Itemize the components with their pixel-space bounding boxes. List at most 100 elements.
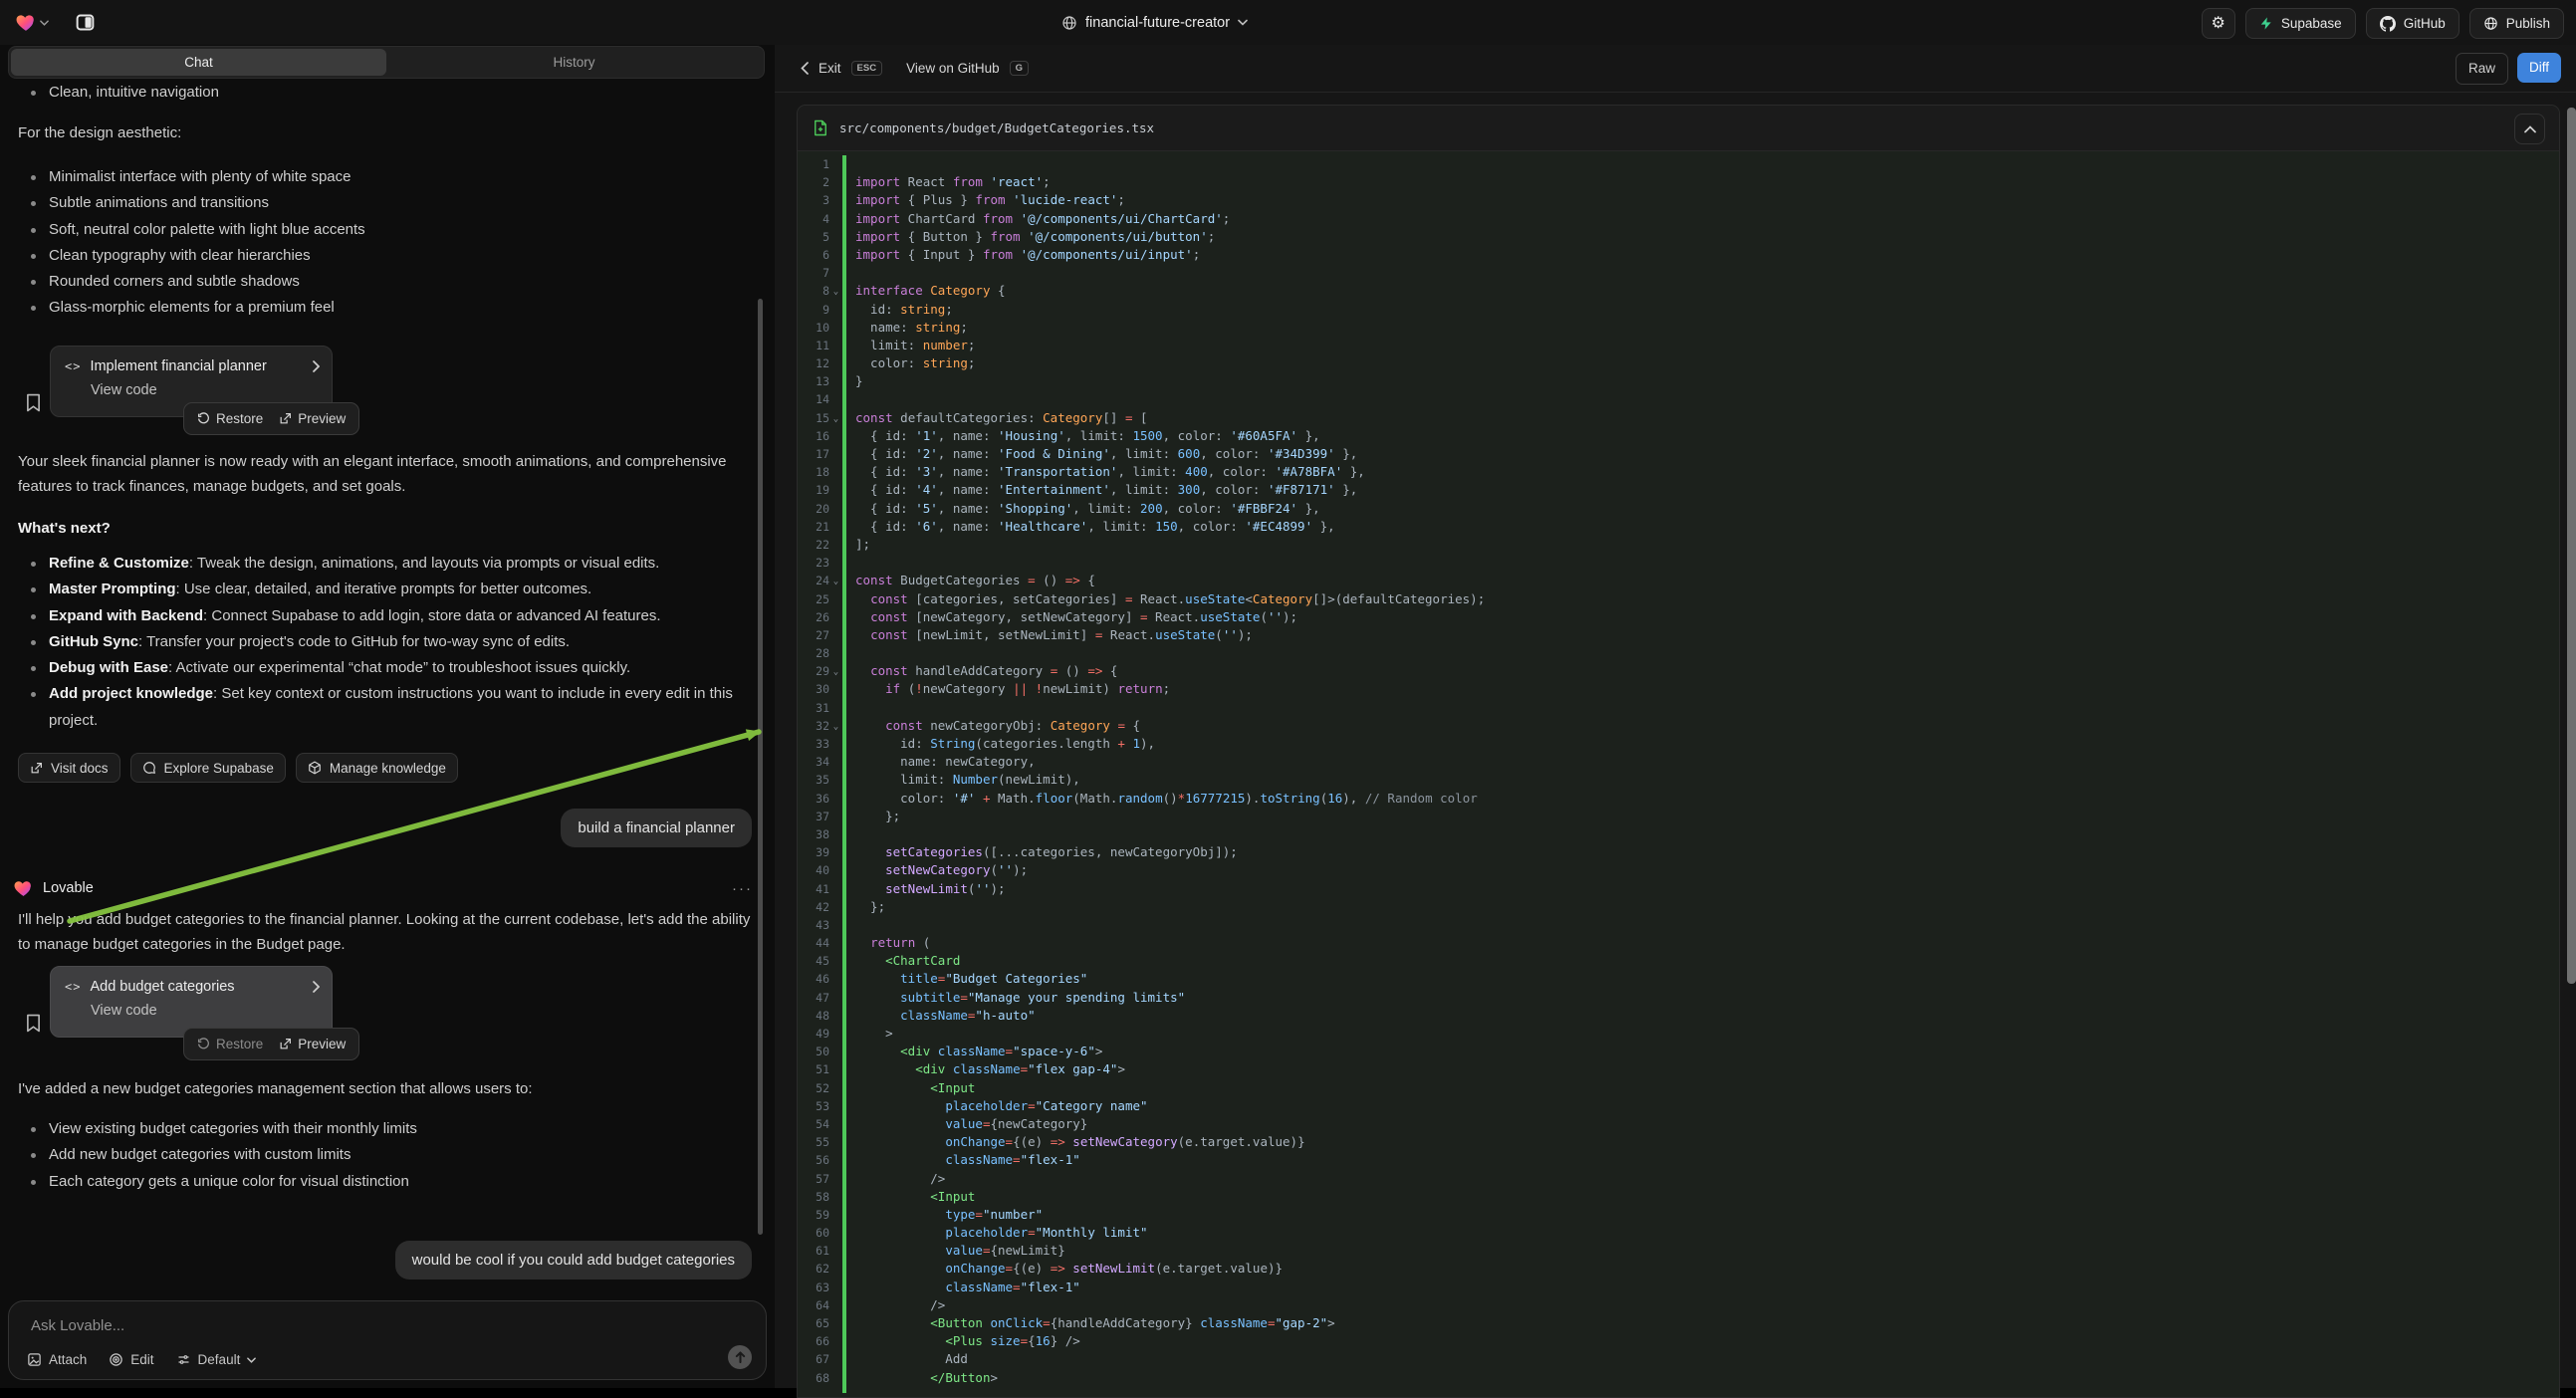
publish-label: Publish <box>2506 16 2550 31</box>
project-switcher[interactable]: financial-future-creator <box>1061 0 1248 45</box>
external-link-icon <box>279 1038 292 1050</box>
whats-next-list: Refine & Customize: Tweak the design, an… <box>18 551 753 734</box>
restore-label: Restore <box>216 1037 263 1051</box>
list-item: Clean, intuitive navigation <box>18 80 753 106</box>
view-code-link[interactable]: View code <box>91 382 320 398</box>
publish-globe-icon <box>2483 16 2498 31</box>
restore-button[interactable]: Restore <box>197 411 263 426</box>
code-line: 16 { id: '1', name: 'Housing', limit: 15… <box>798 427 2559 445</box>
code-line: 42 }; <box>798 898 2559 916</box>
code-line: 41 setNewLimit(''); <box>798 880 2559 898</box>
code-line: 57 /> <box>798 1170 2559 1188</box>
diff-toggle-button[interactable]: Diff <box>2517 53 2561 83</box>
code-icon: <> <box>65 359 81 373</box>
back-chevron-icon[interactable] <box>801 62 809 75</box>
manage-knowledge-button[interactable]: Manage knowledge <box>296 753 458 783</box>
code-line: 26 const [newCategory, setNewCategory] =… <box>798 608 2559 626</box>
send-button[interactable] <box>728 1345 752 1369</box>
chat-panel: Chat History Clean, intuitive navigation… <box>0 45 775 1388</box>
code-line: 58 <Input <box>798 1188 2559 1206</box>
list-item: Minimalist interface with plenty of whit… <box>18 164 753 190</box>
code-line: 63 className="flex-1" <box>798 1279 2559 1296</box>
code-line: 31 <box>798 699 2559 717</box>
code-line: 50 <div className="space-y-6"> <box>798 1043 2559 1060</box>
lovable-menu-button[interactable] <box>16 13 49 32</box>
assistant-header: Lovable ··· <box>14 879 753 897</box>
code-line: 1 <box>798 155 2559 173</box>
code-line: 62 onChange={(e) => setNewLimit(e.target… <box>798 1260 2559 1278</box>
visit-docs-button[interactable]: Visit docs <box>18 753 120 783</box>
external-link-icon <box>279 412 292 425</box>
code-line: 64 /> <box>798 1296 2559 1314</box>
assistant-intro-text: I'll help you add budget categories to t… <box>18 907 753 957</box>
code-line: 15⌄const defaultCategories: Category[] =… <box>798 409 2559 427</box>
file-header[interactable]: src/components/budget/BudgetCategories.t… <box>798 106 2559 151</box>
tab-chat[interactable]: Chat <box>11 49 386 76</box>
manage-knowledge-label: Manage knowledge <box>330 761 446 776</box>
edit-button[interactable]: Edit <box>109 1352 153 1367</box>
preview-label: Preview <box>298 1037 346 1051</box>
exit-button[interactable]: Exit <box>819 61 841 76</box>
lovable-heart-icon <box>14 879 33 897</box>
code-line: 65 <Button onClick={handleAddCategory} c… <box>798 1314 2559 1332</box>
assistant-name: Lovable <box>43 880 94 896</box>
chevron-right-icon <box>313 981 320 993</box>
code-line: 37 }; <box>798 808 2559 825</box>
attach-button[interactable]: Attach <box>27 1352 87 1367</box>
code-line: 59 type="number" <box>798 1206 2559 1224</box>
restore-button[interactable]: Restore <box>197 1037 263 1051</box>
bullet-text: Clean, intuitive navigation <box>49 80 219 106</box>
code-line: 24⌄const BudgetCategories = () => { <box>798 572 2559 589</box>
preview-button[interactable]: Preview <box>279 411 346 426</box>
code-line: 6import { Input } from '@/components/ui/… <box>798 246 2559 264</box>
message-menu-button[interactable]: ··· <box>732 880 753 897</box>
list-item: Add project knowledge: Set key context o… <box>18 681 753 734</box>
attach-label: Attach <box>49 1352 87 1367</box>
supabase-button[interactable]: Supabase <box>2245 8 2356 39</box>
code-scrollbar[interactable] <box>2567 108 2576 984</box>
view-code-link[interactable]: View code <box>91 1003 320 1019</box>
code-line: 56 className="flex-1" <box>798 1151 2559 1169</box>
code-line: 48 className="h-auto" <box>798 1007 2559 1025</box>
explore-supabase-button[interactable]: Explore Supabase <box>130 753 286 783</box>
code-line: 14 <box>798 390 2559 408</box>
mode-select[interactable]: Default <box>176 1352 257 1367</box>
quick-actions-row: Visit docs Explore Supabase Manage knowl… <box>18 753 753 783</box>
tab-history[interactable]: History <box>386 49 762 76</box>
github-button[interactable]: GitHub <box>2366 8 2459 39</box>
chevron-up-icon <box>2524 125 2536 133</box>
bookmark-icon[interactable] <box>26 393 41 412</box>
code-line: 19 { id: '4', name: 'Entertainment', lim… <box>798 481 2559 499</box>
whats-next-heading: What's next? <box>18 520 753 537</box>
code-editor[interactable]: 1 2import React from 'react';3import { P… <box>798 151 2559 1397</box>
project-globe-icon <box>1061 15 1077 31</box>
prompt-input-box[interactable]: Ask Lovable... Attach Edit Default <box>8 1300 767 1380</box>
code-line: 38 <box>798 825 2559 843</box>
code-line: 2import React from 'react'; <box>798 173 2559 191</box>
preview-button[interactable]: Preview <box>279 1037 346 1051</box>
sidebar-toggle-button[interactable] <box>71 9 99 37</box>
code-line: 68 </Button> <box>798 1369 2559 1387</box>
code-line: 27 const [newLimit, setNewLimit] = React… <box>798 626 2559 644</box>
code-line: 46 title="Budget Categories" <box>798 970 2559 988</box>
code-line: 21 { id: '6', name: 'Healthcare', limit:… <box>798 518 2559 536</box>
code-line: 36 color: '#' + Math.floor(Math.random()… <box>798 790 2559 808</box>
code-line: 12 color: string; <box>798 354 2559 372</box>
collapse-file-button[interactable] <box>2514 114 2545 144</box>
supabase-label: Supabase <box>2281 16 2342 31</box>
code-line: 5import { Button } from '@/components/ui… <box>798 228 2559 246</box>
raw-toggle-button[interactable]: Raw <box>2456 53 2508 85</box>
code-line: 33 id: String(categories.length + 1), <box>798 735 2559 753</box>
list-item: Rounded corners and subtle shadows <box>18 269 753 295</box>
chat-scrollbar[interactable] <box>758 299 763 1235</box>
settings-button[interactable]: ⚙ <box>2202 8 2235 39</box>
supabase-icon <box>2259 16 2273 31</box>
code-lines: 1 2import React from 'react';3import { P… <box>798 155 2559 1387</box>
view-on-github-link[interactable]: View on GitHub <box>906 61 1000 76</box>
bookmark-icon[interactable] <box>26 1014 41 1033</box>
list-item: Subtle animations and transitions <box>18 190 753 216</box>
code-line: 11 limit: number; <box>798 337 2559 354</box>
publish-button[interactable]: Publish <box>2469 8 2564 39</box>
code-line: 45 <ChartCard <box>798 952 2559 970</box>
code-line: 28 <box>798 644 2559 662</box>
